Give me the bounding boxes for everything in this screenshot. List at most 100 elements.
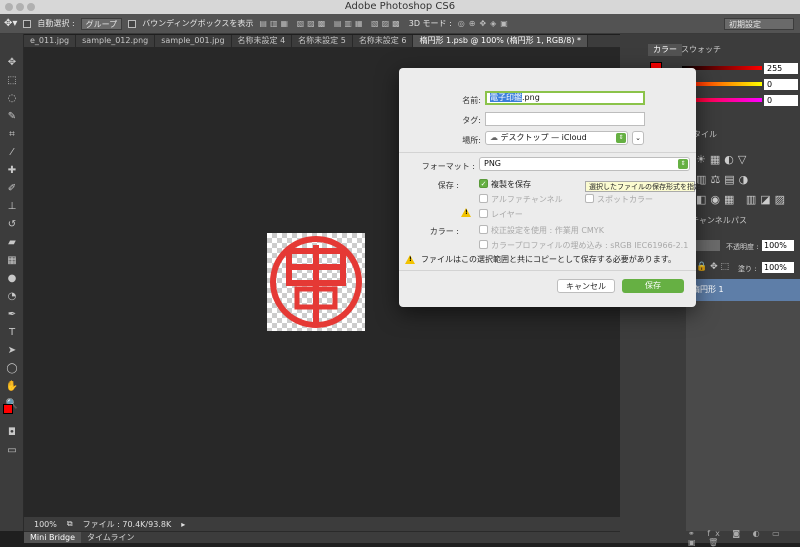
- foreground-color-swatch[interactable]: [3, 404, 13, 414]
- stamp-image: [270, 236, 362, 328]
- tags-field[interactable]: [485, 112, 645, 126]
- path-select-tool-icon[interactable]: ➤: [5, 344, 19, 358]
- 3d-mode-icons[interactable]: ◎⊕✥◈▣: [458, 19, 512, 28]
- file-size-info: ファイル : 70.4K/93.8K: [82, 519, 172, 529]
- document-image[interactable]: [267, 233, 365, 331]
- filename-extension: .png: [522, 93, 540, 102]
- status-arrow-icon[interactable]: ▸: [181, 520, 185, 529]
- status-bar: 100% ⧉ ファイル : 70.4K/93.8K ▸: [24, 517, 620, 531]
- color-label: カラー :: [429, 227, 459, 236]
- doc-tab[interactable]: 名称未設定 4: [232, 35, 293, 47]
- document-tabs: e_011.jpg sample_012.png sample_001.jpg …: [24, 35, 620, 47]
- clone-stamp-tool-icon[interactable]: ⊥: [5, 200, 19, 214]
- screen-mode-icon[interactable]: ▭: [5, 444, 19, 458]
- divider: [399, 270, 696, 271]
- marquee-tool-icon[interactable]: ⬚: [5, 74, 19, 88]
- blue-value[interactable]: 0: [764, 95, 798, 106]
- spot-color-checkbox[interactable]: [585, 194, 594, 203]
- zoom-level[interactable]: 100%: [34, 520, 57, 529]
- move-tool-icon[interactable]: ✥: [5, 56, 19, 70]
- crop-tool-icon[interactable]: ⌗: [5, 128, 19, 142]
- window-title: Adobe Photoshop CS6: [344, 1, 456, 12]
- adjustment-icons[interactable]: ☀▦◐▽ ▥⚖▤◑ ◧◉▦ ▥◪▨: [696, 150, 796, 210]
- warning-icon: [461, 208, 471, 217]
- zoom-window-button[interactable]: [27, 3, 35, 11]
- auto-select-label: 自動選択 :: [37, 19, 75, 28]
- fill-field[interactable]: 100%: [762, 262, 794, 273]
- expand-dialog-button[interactable]: ⌄: [632, 131, 644, 145]
- embed-profile-label: カラープロファイルの埋め込み : sRGB IEC61966-2.1: [491, 241, 689, 250]
- tab-swatches[interactable]: スウォッチ: [676, 44, 726, 56]
- gradient-tool-icon[interactable]: ▦: [5, 254, 19, 268]
- quick-mask-icon[interactable]: ◘: [5, 426, 19, 440]
- where-label: 場所:: [462, 136, 481, 145]
- embed-profile-checkbox[interactable]: [479, 240, 488, 249]
- layer-row[interactable]: 楕円形 1: [686, 279, 800, 301]
- type-tool-icon[interactable]: T: [5, 326, 19, 340]
- show-bounding-box-label: バウンディングボックスを表示: [142, 19, 254, 28]
- minimize-window-button[interactable]: [16, 3, 24, 11]
- shape-tool-icon[interactable]: ◯: [5, 362, 19, 376]
- title-bar: Adobe Photoshop CS6: [0, 0, 800, 14]
- format-stepper-icon: ⇕: [678, 159, 688, 169]
- lock-icons[interactable]: 🔒 ✥ ⬚: [696, 262, 729, 272]
- layers-list: [686, 301, 800, 531]
- move-tool-icon[interactable]: ✥▾: [4, 18, 17, 29]
- tools-panel: ✥ ⬚ ◌ ✎ ⌗ ⁄ ✚ ✐ ⊥ ↺ ▰ ▦ ● ◔ ✒ T ➤ ◯ ✋ 🔍 …: [0, 34, 24, 531]
- align-icons[interactable]: ▤▥▦ ▧▨▩ ▤▥▦ ▧▨▩: [259, 19, 402, 28]
- red-value[interactable]: 255: [764, 63, 798, 74]
- brush-tool-icon[interactable]: ✐: [5, 182, 19, 196]
- green-value[interactable]: 0: [764, 79, 798, 90]
- tab-timeline[interactable]: タイムライン: [81, 532, 140, 543]
- format-dropdown[interactable]: PNG ⇕: [479, 157, 690, 171]
- history-brush-tool-icon[interactable]: ↺: [5, 218, 19, 232]
- close-window-button[interactable]: [5, 3, 13, 11]
- doc-tab[interactable]: e_011.jpg: [24, 35, 77, 47]
- show-bounding-box-checkbox[interactable]: [128, 19, 137, 28]
- filename-field[interactable]: 電子印鑑.png: [485, 91, 645, 105]
- location-dropdown[interactable]: ☁ デスクトップ — iCloud ⇕: [485, 131, 628, 145]
- blend-mode-dropdown[interactable]: [696, 240, 720, 251]
- workspace-dropdown[interactable]: 初期設定: [724, 17, 794, 30]
- fill-label: 塗り :: [738, 265, 757, 273]
- blur-tool-icon[interactable]: ●: [5, 272, 19, 286]
- name-label: 名前:: [462, 96, 481, 105]
- proof-setup-label: 校正設定を使用 : 作業用 CMYK: [491, 226, 604, 235]
- cancel-button[interactable]: キャンセル: [557, 279, 615, 293]
- pen-tool-icon[interactable]: ✒: [5, 308, 19, 322]
- layers-checkbox[interactable]: [479, 209, 488, 218]
- options-bar: ✥▾ 自動選択 : グループ バウンディングボックスを表示 ▤▥▦ ▧▨▩ ▤▥…: [0, 14, 800, 34]
- alpha-channel-label: アルファチャンネル: [491, 195, 563, 204]
- opacity-label: 不透明度 :: [726, 243, 759, 251]
- tab-paths[interactable]: パス: [726, 215, 752, 227]
- status-menu-icon[interactable]: ⧉: [67, 519, 73, 529]
- bottom-panel-tabs: Mini Bridge タイムライン: [24, 531, 620, 543]
- layer-panel-buttons[interactable]: ⚭ fx ◙ ◐ ▭ ▣ 🗑: [688, 529, 800, 547]
- eyedropper-tool-icon[interactable]: ⁄: [5, 146, 19, 160]
- doc-tab-active[interactable]: 楕円形 1.psb @ 100% (楕円形 1, RGB/8) *: [413, 35, 588, 47]
- doc-tab[interactable]: 名称未設定 5: [292, 35, 353, 47]
- doc-tab[interactable]: sample_001.jpg: [155, 35, 232, 47]
- auto-select-dropdown[interactable]: グループ: [80, 17, 123, 30]
- proof-setup-checkbox[interactable]: [479, 225, 488, 234]
- doc-tab[interactable]: 名称未設定 6: [353, 35, 414, 47]
- format-value: PNG: [484, 159, 502, 168]
- opacity-field[interactable]: 100%: [762, 240, 794, 251]
- healing-brush-tool-icon[interactable]: ✚: [5, 164, 19, 178]
- dodge-tool-icon[interactable]: ◔: [5, 290, 19, 304]
- format-tooltip: 選択したファイルの保存形式を指定: [585, 181, 701, 192]
- eraser-tool-icon[interactable]: ▰: [5, 236, 19, 250]
- save-button[interactable]: 保存: [622, 279, 684, 293]
- layers-label: レイヤー: [491, 210, 523, 219]
- save-copy-checkbox[interactable]: ✓: [479, 179, 488, 188]
- lasso-tool-icon[interactable]: ◌: [5, 92, 19, 106]
- tab-mini-bridge[interactable]: Mini Bridge: [24, 532, 82, 543]
- alpha-channel-checkbox[interactable]: [479, 194, 488, 203]
- save-options-label: 保存 :: [437, 181, 459, 190]
- hand-tool-icon[interactable]: ✋: [5, 380, 19, 394]
- auto-select-checkbox[interactable]: [23, 19, 32, 28]
- location-stepper-icon: ⇕: [616, 133, 626, 143]
- save-copy-label: 複製を保存: [491, 180, 531, 189]
- quick-select-tool-icon[interactable]: ✎: [5, 110, 19, 124]
- doc-tab[interactable]: sample_012.png: [76, 35, 156, 47]
